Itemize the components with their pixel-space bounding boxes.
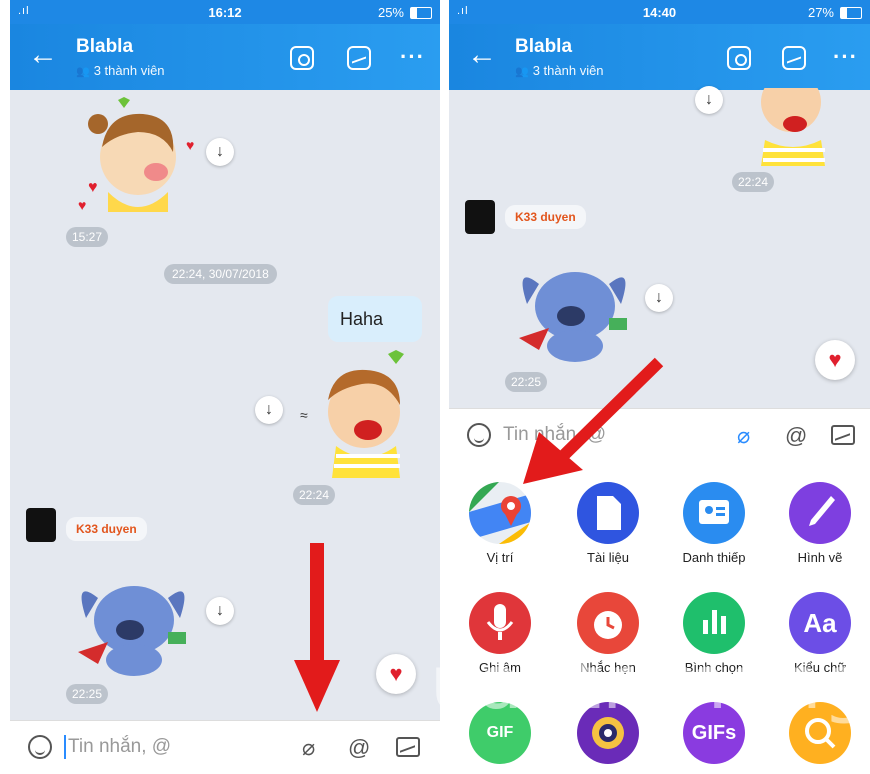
tool-search-sticker[interactable]: [775, 702, 865, 764]
tool-label: Vị trí: [486, 550, 514, 565]
mention-at-icon[interactable]: @: [785, 423, 807, 449]
group-title[interactable]: Blabla: [76, 36, 133, 58]
tool-poll[interactable]: Bình chọn: [669, 592, 759, 675]
battery-icon: [410, 7, 432, 19]
back-arrow-icon[interactable]: ←: [467, 40, 497, 70]
chat-header: ← Blabla 👥 3 thành viên ···: [10, 24, 440, 90]
battery-percent: 25%: [377, 5, 404, 20]
sticker-crying-boy: [761, 88, 825, 166]
red-arrow-head: [294, 660, 340, 712]
tool-camera-lens[interactable]: [563, 702, 653, 764]
brush-icon: [789, 482, 851, 544]
tool-label: Hình vẽ: [797, 550, 843, 565]
image-icon[interactable]: [831, 425, 855, 445]
sticker-blue-dog: [78, 586, 186, 676]
right-screen: .ıl 14:40 27% ← Blabla 👥 3 thành viên ···…: [449, 0, 870, 774]
download-icon[interactable]: ↓: [206, 597, 234, 625]
avatar[interactable]: [26, 508, 56, 542]
tool-reminder[interactable]: Nhắc hẹn: [563, 592, 653, 675]
left-screen: .ıl 16:12 25% ← Blabla 👥 3 thành viên ···…: [10, 0, 440, 774]
emoji-icon[interactable]: [28, 735, 52, 759]
download-icon[interactable]: ↓: [255, 396, 283, 424]
emoji-icon[interactable]: [467, 423, 491, 447]
member-count[interactable]: 👥 3 thành viên: [515, 63, 604, 78]
download-icon[interactable]: ↓: [206, 138, 234, 166]
more-icon[interactable]: ···: [400, 46, 425, 68]
message-time: 15:27: [66, 227, 109, 247]
document-icon: [577, 482, 639, 544]
message-time: 22:24: [732, 172, 775, 192]
back-arrow-icon[interactable]: ←: [28, 40, 58, 70]
poll-icon: [683, 592, 745, 654]
search-sticker-icon: [789, 702, 851, 764]
tool-label: Danh thiếp: [682, 550, 746, 565]
battery-icon: [840, 7, 862, 19]
tool-location[interactable]: Vị trí: [455, 482, 545, 565]
tool-gif[interactable]: GIF: [455, 702, 545, 764]
gif-icon: GIF: [469, 702, 531, 764]
guggy-gifs-icon: GIFs: [683, 702, 745, 764]
status-time: 16:12: [208, 5, 242, 20]
avatar[interactable]: [465, 200, 495, 234]
camera-icon[interactable]: [727, 46, 751, 70]
image-icon[interactable]: [396, 737, 420, 757]
sender-name: K33 duyen: [505, 205, 586, 229]
message-bubble[interactable]: Haha: [328, 296, 422, 342]
attachment-clip-icon[interactable]: ⌀: [302, 735, 315, 761]
tool-font-style[interactable]: Aa Kiểu chữ: [775, 592, 865, 675]
sticker-girl: ♥ ♥ ♥: [78, 97, 194, 213]
attachment-tray: Vị trí Tài liệu Danh thiếp Hình vẽ Ghi â…: [449, 462, 870, 774]
red-arrow-annotation: [523, 357, 664, 484]
member-count[interactable]: 👥 3 thành viên: [76, 63, 165, 78]
svg-text:♥: ♥: [186, 137, 194, 153]
download-icon[interactable]: ↓: [695, 86, 723, 114]
more-icon[interactable]: ···: [833, 46, 858, 68]
camera-icon[interactable]: [290, 46, 314, 70]
text-caret: [64, 735, 66, 759]
download-icon[interactable]: ↓: [645, 284, 673, 312]
group-title[interactable]: Blabla: [515, 36, 572, 58]
contact-card-icon: [683, 482, 745, 544]
sticker-crying-boy: ≈: [300, 350, 404, 478]
date-divider: 22:24, 30/07/2018: [164, 264, 277, 284]
heart-reaction-icon[interactable]: ♥: [376, 654, 416, 694]
svg-text:♥: ♥: [78, 197, 86, 213]
status-bar: .ıl 16:12 25%: [10, 0, 440, 24]
tool-document[interactable]: Tài liệu: [563, 482, 653, 565]
sender-name: K33 duyen: [66, 517, 147, 541]
tool-label: Kiểu chữ: [793, 660, 847, 675]
tool-contact-card[interactable]: Danh thiếp: [669, 482, 759, 565]
heart-reaction-icon[interactable]: ♥: [815, 340, 855, 380]
status-bar: .ıl 14:40 27%: [449, 0, 870, 24]
tool-label: Ghi âm: [479, 660, 521, 675]
gallery-icon[interactable]: [347, 46, 371, 70]
message-time: 22:24: [293, 485, 336, 505]
people-icon: 👥: [515, 66, 529, 78]
gallery-icon[interactable]: [782, 46, 806, 70]
tool-label: Tài liệu: [587, 550, 629, 565]
tool-label: Nhắc hẹn: [580, 660, 636, 675]
tool-label: Bình chọn: [684, 660, 744, 675]
people-icon: 👥: [76, 66, 90, 78]
map-pin-icon: [469, 482, 531, 544]
alarm-clock-icon: [577, 592, 639, 654]
message-time: 22:25: [66, 684, 109, 704]
attachment-clip-icon[interactable]: ⌀: [737, 423, 750, 449]
message-input-bar: Tin nhắn, @ ⌀ @: [10, 720, 440, 774]
tool-drawing[interactable]: Hình vẽ: [775, 482, 865, 565]
svg-text:♥: ♥: [88, 179, 98, 196]
chat-header: ← Blabla 👥 3 thành viên ···: [449, 24, 870, 90]
font-icon: Aa: [789, 592, 851, 654]
message-input[interactable]: Tin nhắn, @: [68, 736, 171, 758]
mention-at-icon[interactable]: @: [348, 735, 370, 761]
camera-lens-icon: [577, 702, 639, 764]
svg-text:≈: ≈: [300, 407, 308, 423]
tool-guggy-gifs[interactable]: GIFs: [669, 702, 759, 764]
microphone-icon: [469, 592, 531, 654]
battery-percent: 27%: [807, 5, 834, 20]
status-time: 14:40: [642, 5, 677, 20]
tool-voice-record[interactable]: Ghi âm: [455, 592, 545, 675]
